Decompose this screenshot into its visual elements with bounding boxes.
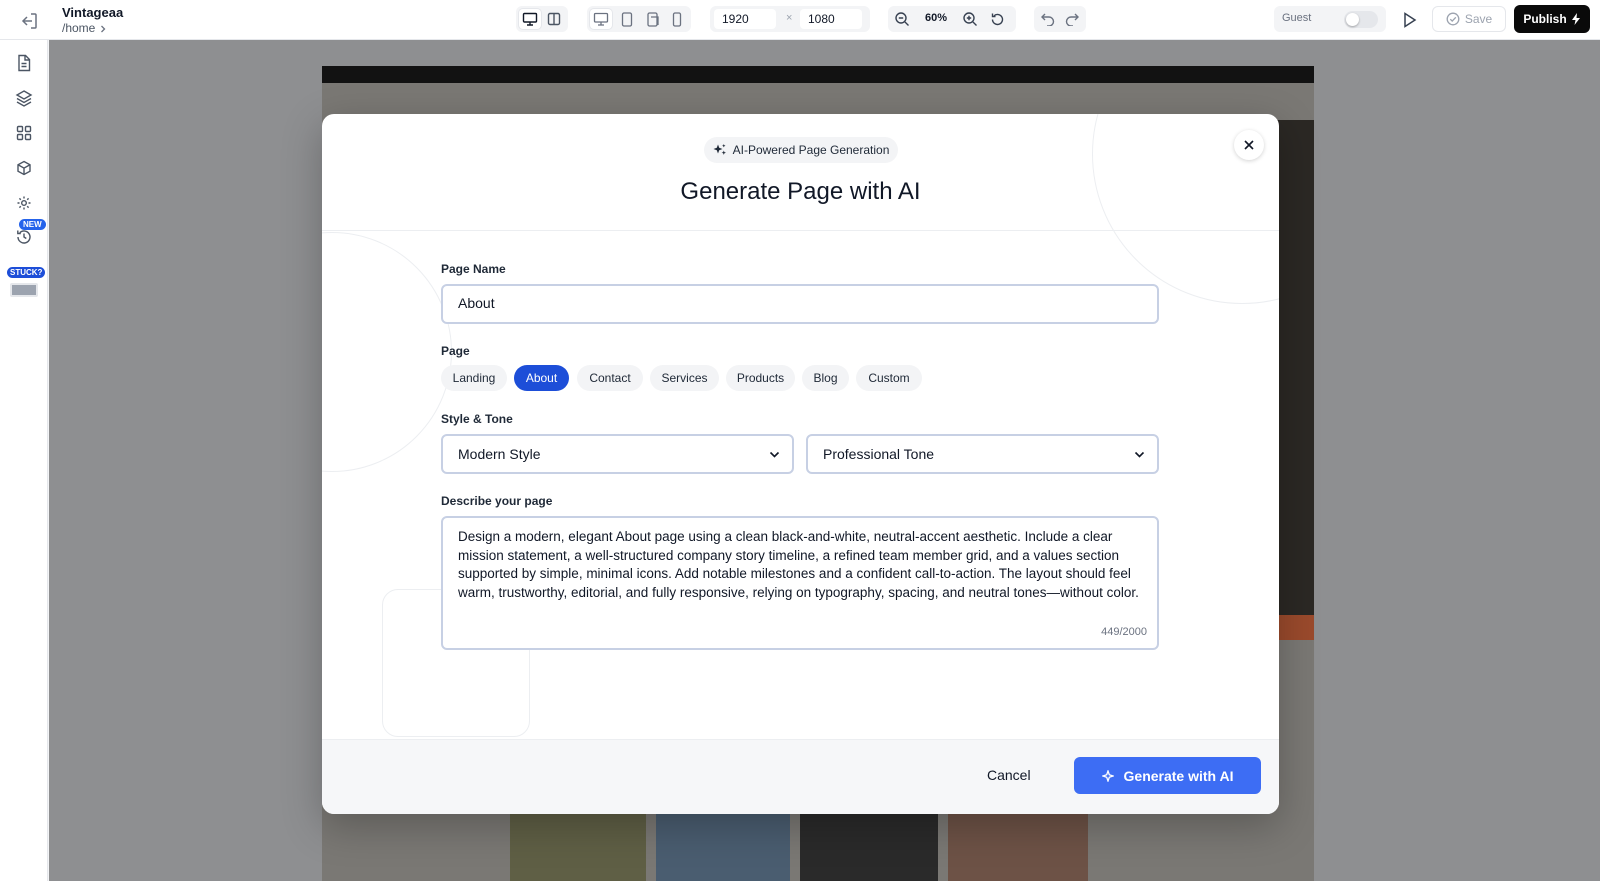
dialog-title: Generate Page with AI	[680, 178, 921, 205]
chip-about[interactable]: About	[514, 365, 569, 391]
project-name: Vintageaa	[62, 5, 124, 20]
product-image	[656, 813, 790, 881]
chip-blog[interactable]: Blog	[802, 365, 849, 391]
close-button[interactable]	[1234, 130, 1264, 160]
character-counter: 449/2000	[1101, 626, 1147, 639]
publish-button[interactable]: Publish	[1514, 5, 1590, 33]
zoom-group: 60%	[888, 6, 1016, 32]
ai-pill: AI-Powered Page Generation	[704, 137, 898, 163]
zoom-level: 60%	[925, 12, 948, 24]
zoom-out-icon[interactable]	[891, 9, 913, 29]
cube-icon[interactable]	[13, 157, 35, 179]
tone-value: Professional Tone	[823, 446, 935, 462]
breadcrumb[interactable]: /home	[62, 21, 123, 36]
close-icon	[1244, 140, 1254, 150]
product-image	[800, 813, 938, 881]
describe-label: Describe your page	[441, 494, 553, 508]
ai-pill-label: AI-Powered Page Generation	[732, 143, 890, 157]
publish-label: Publish	[1523, 12, 1567, 26]
chip-contact[interactable]: Contact	[577, 365, 643, 391]
sparkle-icon	[1101, 769, 1114, 782]
guest-mode: Guest	[1274, 6, 1386, 32]
split-view-icon[interactable]	[543, 9, 565, 29]
tablet-landscape-icon[interactable]	[642, 9, 664, 29]
generate-page-dialog: AI-Powered Page Generation Generate Page…	[322, 114, 1279, 814]
generate-label: Generate with AI	[1123, 767, 1234, 784]
redo-icon[interactable]	[1061, 9, 1083, 29]
width-input[interactable]: 1920	[714, 9, 776, 29]
page-type-label: Page	[441, 344, 470, 358]
check-circle-icon	[1446, 12, 1460, 26]
new-badge: NEW	[19, 219, 46, 230]
decorative-circle	[322, 232, 452, 472]
left-sidebar: NEW STUCK?	[0, 40, 48, 881]
help-widget-icon[interactable]	[10, 283, 38, 297]
top-toolbar: Vintageaa /home 1920 × 1080 60% Guest Sa…	[0, 0, 1600, 40]
guest-toggle[interactable]	[1344, 11, 1378, 28]
play-icon[interactable]	[1398, 9, 1420, 31]
lightning-icon	[1571, 13, 1580, 25]
style-select[interactable]: Modern Style	[441, 434, 794, 474]
tone-select[interactable]: Professional Tone	[806, 434, 1159, 474]
page-path: /home	[62, 21, 96, 35]
sparkles-icon	[713, 144, 726, 155]
stuck-badge[interactable]: STUCK?	[7, 267, 46, 278]
style-tone-label: Style & Tone	[441, 412, 513, 426]
dimension-group: 1920 × 1080	[710, 6, 870, 32]
style-value: Modern Style	[458, 446, 541, 462]
dialog-header: AI-Powered Page Generation Generate Page…	[322, 114, 1279, 231]
desktop-view-icon[interactable]	[519, 9, 541, 29]
website-header-bar	[322, 66, 1314, 83]
chip-products[interactable]: Products	[726, 365, 795, 391]
chevron-right-icon	[99, 22, 107, 36]
components-icon[interactable]	[13, 122, 35, 144]
product-image	[510, 813, 646, 881]
undo-icon[interactable]	[1037, 9, 1059, 29]
save-button[interactable]: Save	[1432, 6, 1506, 32]
layout-toggle-group	[516, 6, 568, 32]
toggle-knob	[1346, 13, 1359, 26]
mobile-icon[interactable]	[666, 9, 688, 29]
reset-zoom-icon[interactable]	[986, 9, 1008, 29]
exit-icon[interactable]	[18, 10, 40, 32]
gear-icon[interactable]	[13, 192, 35, 214]
tablet-icon[interactable]	[616, 9, 638, 29]
layers-icon[interactable]	[13, 87, 35, 109]
height-input[interactable]: 1080	[800, 9, 862, 29]
zoom-in-icon[interactable]	[959, 9, 981, 29]
chevron-down-icon	[768, 448, 781, 464]
chevron-down-icon	[1133, 448, 1146, 464]
cancel-button[interactable]: Cancel	[987, 767, 1031, 783]
chip-services[interactable]: Services	[650, 365, 719, 391]
page-name-input[interactable]: About	[441, 284, 1159, 324]
history-group	[1034, 6, 1086, 32]
dialog-footer: Cancel Generate with AI	[322, 739, 1279, 814]
generate-button[interactable]: Generate with AI	[1074, 757, 1261, 794]
monitor-icon[interactable]	[590, 9, 612, 29]
project-info: Vintageaa /home	[62, 6, 123, 36]
page-name-label: Page Name	[441, 262, 506, 276]
chip-landing[interactable]: Landing	[441, 365, 507, 391]
guest-label: Guest	[1282, 12, 1312, 24]
description-textarea[interactable]: Design a modern, elegant About page usin…	[441, 516, 1159, 650]
save-label: Save	[1464, 12, 1493, 26]
dimension-separator: ×	[786, 12, 793, 24]
pages-icon[interactable]	[13, 52, 35, 74]
chip-custom[interactable]: Custom	[856, 365, 922, 391]
description-text: Design a modern, elegant About page usin…	[458, 529, 1139, 600]
device-group	[587, 6, 691, 32]
product-image	[948, 813, 1088, 881]
